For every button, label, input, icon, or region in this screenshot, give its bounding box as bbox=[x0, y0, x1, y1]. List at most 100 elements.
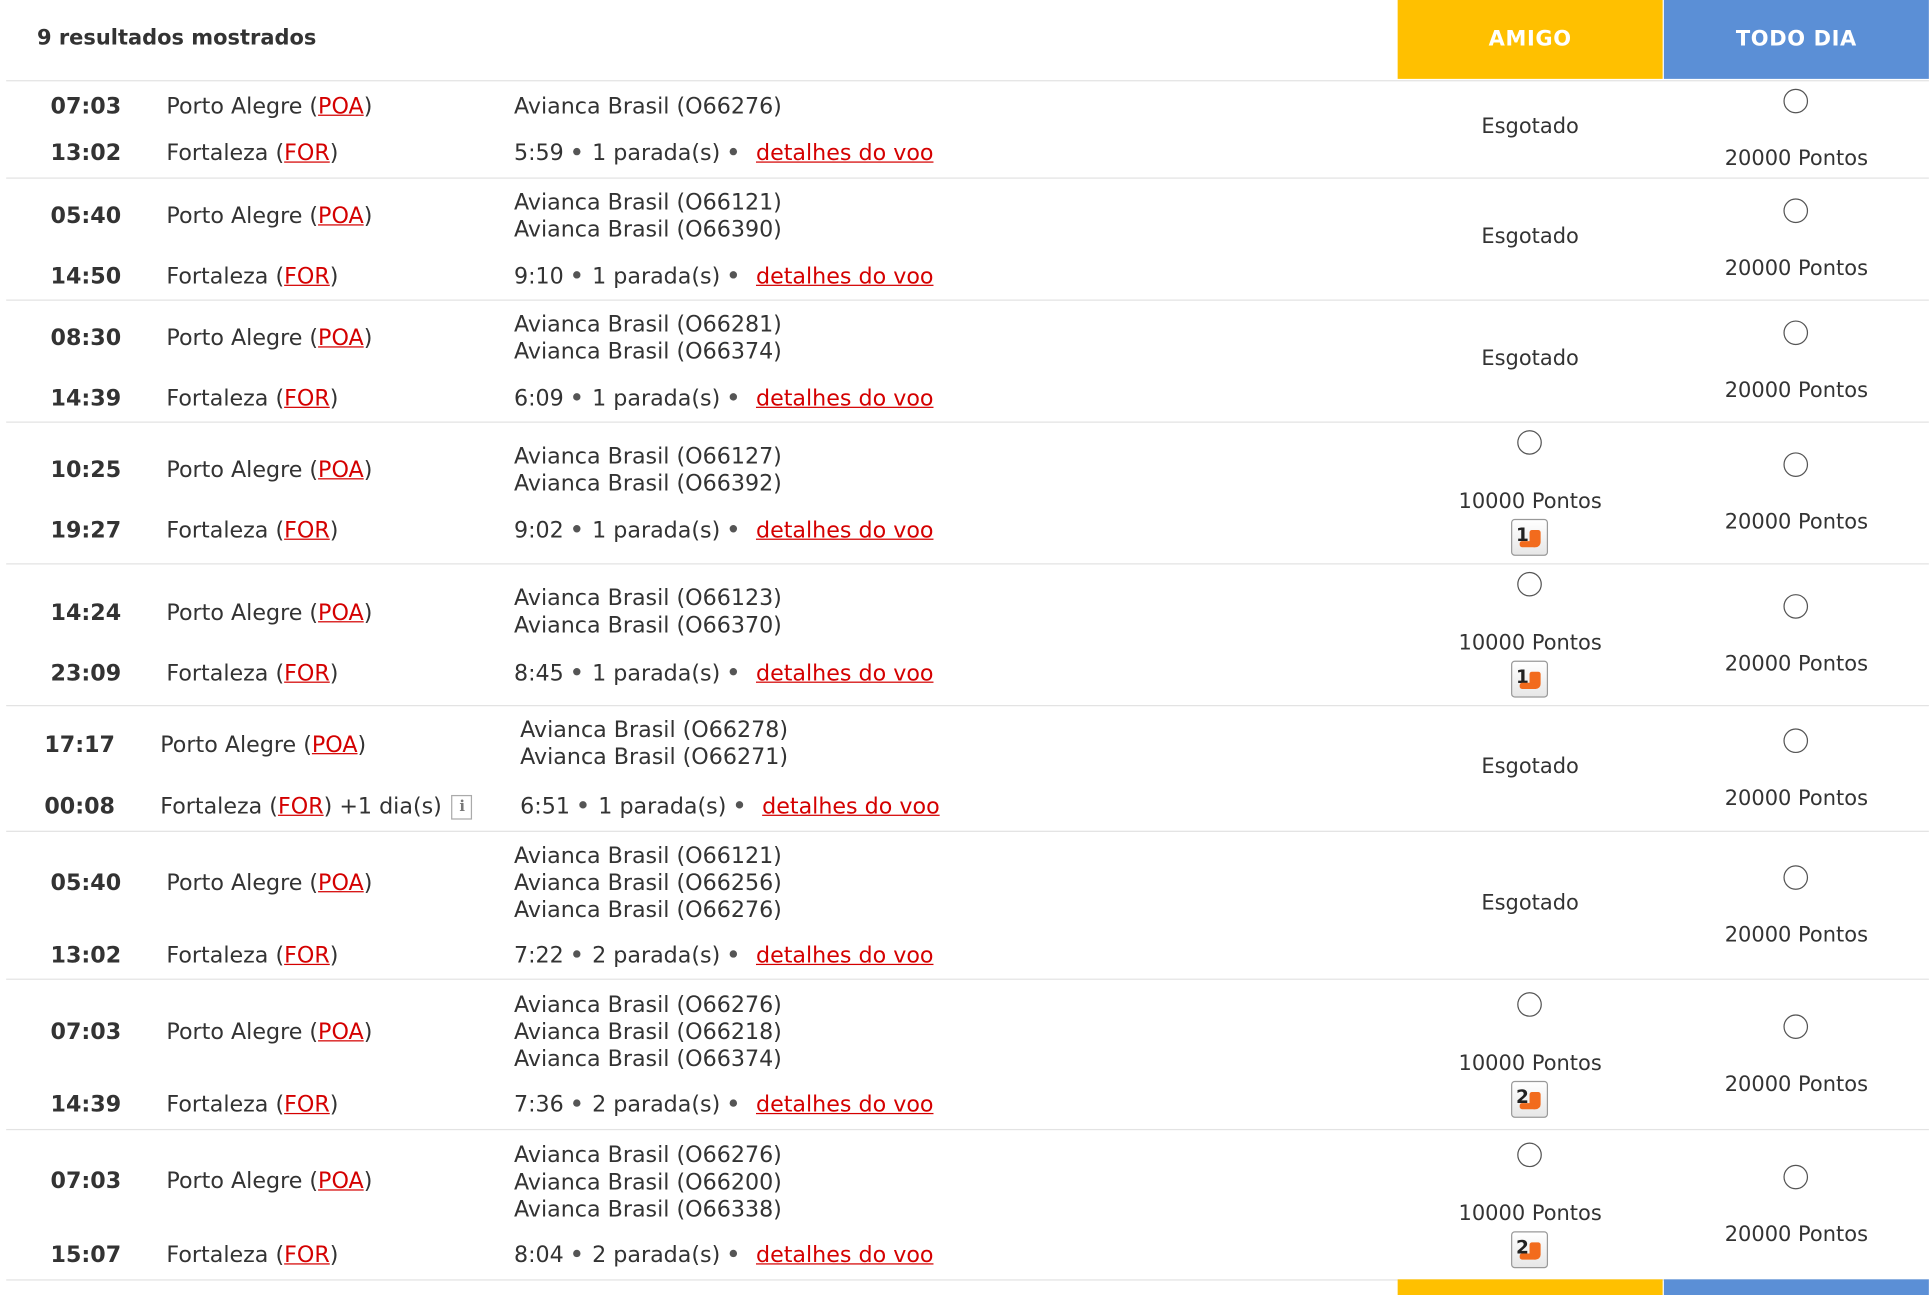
flight-details-link[interactable]: detalhes do voo bbox=[762, 794, 939, 820]
todo-dia-radio[interactable] bbox=[1783, 594, 1809, 619]
origin: Porto Alegre (POA) bbox=[166, 93, 373, 120]
duration: 6:51 bbox=[520, 793, 570, 820]
origin: Porto Alegre (POA) bbox=[166, 600, 373, 627]
seat-icon bbox=[1519, 1241, 1541, 1259]
departure-time: 05:40 bbox=[50, 203, 122, 230]
origin-city: Porto Alegre bbox=[166, 203, 303, 230]
origin-airport-link[interactable]: POA bbox=[318, 94, 364, 120]
stops: 1 parada(s) bbox=[592, 140, 721, 167]
flight-details-link[interactable]: detalhes do voo bbox=[756, 943, 933, 969]
airline-flight: Avianca Brasil (O66121) bbox=[513, 189, 782, 216]
airline-flight: Avianca Brasil (O66256) bbox=[513, 870, 782, 897]
destination-city: Fortaleza bbox=[166, 660, 269, 687]
stops: 2 parada(s) bbox=[592, 942, 721, 969]
flight-row: 17:17 00:08 Porto Alegre (POA) Fortaleza (F… bbox=[6, 704, 1929, 831]
destination-airport-link[interactable]: FOR bbox=[284, 386, 330, 412]
flight-row: 07:03 13:02 Porto Alegre (POA) Fortaleza (F… bbox=[6, 80, 1929, 177]
amigo-radio[interactable] bbox=[1517, 1141, 1542, 1167]
destination-airport-link[interactable]: FOR bbox=[284, 943, 330, 969]
destination-airport-link[interactable]: FOR bbox=[284, 1092, 330, 1118]
destination: Fortaleza (FOR) bbox=[166, 517, 339, 544]
destination-city: Fortaleza bbox=[166, 1242, 269, 1269]
origin-airport-link[interactable]: POA bbox=[318, 1019, 364, 1045]
info-icon[interactable]: i bbox=[451, 794, 473, 820]
amigo-status: Esgotado bbox=[1481, 346, 1579, 371]
destination-airport-link[interactable]: FOR bbox=[284, 1242, 330, 1268]
separator-dot bbox=[730, 393, 738, 401]
destination: Fortaleza (FOR) bbox=[166, 263, 339, 290]
destination-airport-link[interactable]: FOR bbox=[284, 518, 330, 544]
separator-dot bbox=[573, 668, 582, 676]
flight-details-link[interactable]: detalhes do voo bbox=[756, 264, 933, 290]
flight-details-link[interactable]: detalhes do voo bbox=[756, 141, 933, 167]
destination-airport-link[interactable]: FOR bbox=[284, 264, 330, 290]
amigo-radio[interactable] bbox=[1517, 571, 1542, 597]
todo-dia-points: 20000 Pontos bbox=[1724, 256, 1868, 282]
arrival-time: 23:09 bbox=[50, 660, 122, 687]
amigo-radio[interactable] bbox=[1517, 430, 1542, 455]
seats-left-badge: 2 bbox=[1511, 1230, 1549, 1268]
flight-row: 05:40 13:02 Porto Alegre (POA) Fortaleza (F… bbox=[6, 830, 1929, 979]
duration: 9:02 bbox=[513, 517, 564, 544]
todo-dia-radio[interactable] bbox=[1783, 864, 1809, 890]
destination-city: Fortaleza bbox=[160, 793, 263, 820]
todo-dia-radio[interactable] bbox=[1783, 1164, 1809, 1189]
todo-dia-points: 20000 Pontos bbox=[1724, 1071, 1868, 1097]
seat-icon bbox=[1519, 529, 1541, 548]
destination-city: Fortaleza bbox=[166, 942, 269, 969]
results-count: 9 resultados mostrados bbox=[36, 25, 317, 51]
todo-dia-label: TODO DIA bbox=[1735, 27, 1857, 52]
destination-airport-link[interactable]: FOR bbox=[284, 141, 330, 167]
origin-airport-link[interactable]: POA bbox=[318, 870, 364, 896]
destination-airport-link[interactable]: FOR bbox=[284, 661, 330, 687]
separator-dot bbox=[736, 801, 744, 809]
origin-airport-link[interactable]: POA bbox=[318, 325, 364, 351]
todo-dia-radio[interactable] bbox=[1783, 320, 1809, 346]
todo-dia-radio[interactable] bbox=[1783, 452, 1809, 477]
origin-airport-link[interactable]: POA bbox=[318, 203, 364, 229]
flight-details-link[interactable]: detalhes do voo bbox=[756, 1242, 933, 1268]
amigo-radio[interactable] bbox=[1517, 991, 1542, 1017]
todo-dia-radio[interactable] bbox=[1783, 727, 1809, 753]
airline-flight: Avianca Brasil (O66276) bbox=[513, 1142, 782, 1169]
separator-dot bbox=[579, 801, 588, 809]
origin-airport-link[interactable]: POA bbox=[318, 1168, 364, 1194]
origin-city: Porto Alegre bbox=[166, 870, 303, 897]
flight-details-link[interactable]: detalhes do voo bbox=[756, 386, 933, 412]
arrival-time: 00:08 bbox=[44, 793, 115, 820]
flight-row: 07:03 15:07 Porto Alegre (POA) Fortaleza (F… bbox=[6, 1128, 1929, 1281]
destination-city: Fortaleza bbox=[166, 1091, 269, 1118]
duration: 7:22 bbox=[513, 942, 564, 969]
origin-airport-link[interactable]: POA bbox=[318, 600, 364, 626]
origin-airport-link[interactable]: POA bbox=[318, 457, 364, 483]
origin-city: Porto Alegre bbox=[160, 732, 297, 758]
todo-dia-points: 20000 Pontos bbox=[1724, 651, 1868, 677]
duration-line: 5:59 1 parada(s) detalhes do voo bbox=[514, 141, 934, 167]
destination-city: Fortaleza bbox=[166, 140, 269, 167]
stops: 2 parada(s) bbox=[592, 1091, 721, 1118]
todo-dia-radio[interactable] bbox=[1783, 1013, 1809, 1039]
separator-dot bbox=[730, 950, 738, 958]
duration-line: 8:04 2 parada(s) detalhes do voo bbox=[514, 1242, 934, 1268]
destination-airport-link[interactable]: FOR bbox=[278, 794, 324, 820]
arrival-time: 13:02 bbox=[50, 942, 122, 969]
stops: 2 parada(s) bbox=[592, 1242, 721, 1269]
stops: 1 parada(s) bbox=[592, 517, 721, 544]
airline-flight: Avianca Brasil (O66271) bbox=[520, 744, 789, 771]
origin-city: Porto Alegre bbox=[166, 600, 303, 627]
origin-airport-link[interactable]: POA bbox=[312, 732, 358, 758]
flight-details-link[interactable]: detalhes do voo bbox=[756, 661, 933, 687]
amigo-status: Esgotado bbox=[1481, 114, 1579, 140]
destination: Fortaleza (FOR) bbox=[166, 140, 339, 167]
amigo-points: 10000 Pontos bbox=[1458, 489, 1602, 514]
departure-time: 07:03 bbox=[50, 1019, 122, 1046]
flight-details-link[interactable]: detalhes do voo bbox=[756, 518, 933, 544]
todo-dia-radio[interactable] bbox=[1783, 198, 1809, 224]
separator-dot bbox=[730, 668, 738, 676]
todo-dia-radio[interactable] bbox=[1783, 88, 1809, 114]
separator-dot bbox=[730, 271, 738, 279]
flight-details-link[interactable]: detalhes do voo bbox=[756, 1092, 933, 1118]
origin-city: Porto Alegre bbox=[166, 457, 303, 484]
airline-flight: Avianca Brasil (O66121) bbox=[513, 843, 782, 869]
arrival-time: 19:27 bbox=[50, 517, 122, 544]
